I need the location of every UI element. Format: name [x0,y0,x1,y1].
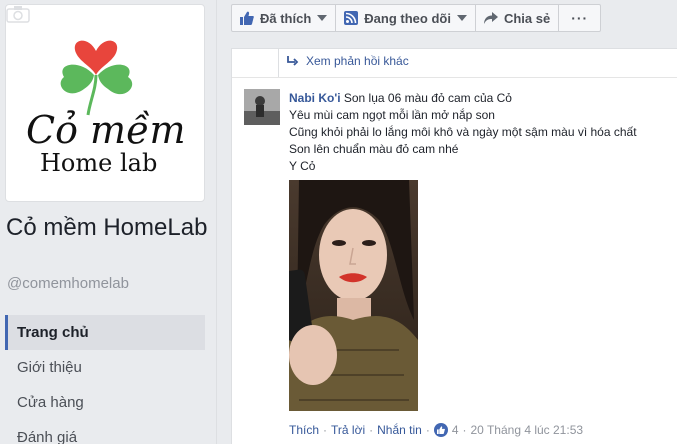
divider [232,77,677,78]
following-label: Đang theo dõi [364,10,451,26]
like-comment-link[interactable]: Thích [289,423,319,437]
comment-line: Son lên chuẩn màu đỏ cam nhé [289,142,459,156]
selfie-image [289,180,418,411]
following-button[interactable]: Đang theo dõi [336,4,476,32]
nav-item-home[interactable]: Trang chủ [5,315,205,350]
reply-arrow-icon [287,56,299,66]
comment-line: Son lụa 06 màu đỏ cam của Cỏ [343,91,512,105]
rss-icon [344,11,359,25]
like-badge-icon[interactable] [433,423,448,437]
nav-item-reviews[interactable]: Đánh giá [5,420,205,444]
separator-dot: · [369,423,374,437]
separator-dot: · [425,423,430,437]
share-arrow-icon [483,12,498,24]
page-action-bar: Đã thích Đang theo dõi Chia sẻ ··· [231,4,602,32]
chevron-down-icon [456,15,467,21]
page-profile-picture[interactable]: Cỏ mềm Home lab [5,4,205,202]
page-title[interactable]: Cỏ mềm HomeLab [6,214,211,242]
comment-timestamp[interactable]: 20 Tháng 4 lúc 21:53 [471,423,584,437]
chevron-down-icon [317,15,328,21]
liked-button[interactable]: Đã thích [231,4,337,32]
like-count[interactable]: 4 [452,423,459,437]
nav-item-shop[interactable]: Cửa hàng [5,385,205,420]
reply-comment-link[interactable]: Trả lời [331,423,365,437]
thumbs-up-icon [240,11,254,25]
camera-icon[interactable] [6,5,30,23]
nav-item-about[interactable]: Giới thiệu [5,350,205,385]
post-comments: Xem phản hồi khác Nabi Ko'i Son lụa 06 m… [231,48,677,444]
comment-line: Y Cỏ [289,159,316,173]
svg-text:Cỏ mềm: Cỏ mềm [26,108,185,152]
page-nav: Trang chủ Giới thiệu Cửa hàng Đánh giá [5,315,205,444]
avatar[interactable] [244,89,280,125]
avatar-photo [244,89,280,125]
comment-actions: Thích · Trả lời · Nhắn tin · 4 · 20 Thán… [289,423,583,437]
comment-line: Yêu mùi cam ngọt mỗi lần mở nắp son [289,108,495,122]
comment-line: Cũng khỏi phải lo lắng môi khô và ngày m… [289,125,637,139]
liked-label: Đã thích [260,10,312,26]
more-dots-icon: ··· [571,10,589,26]
separator-dot: · [323,423,328,437]
view-more-replies-label: Xem phản hồi khác [306,54,409,68]
thread-line [278,49,279,77]
comment-body: Nabi Ko'i Son lụa 06 màu đỏ cam của Cỏ Y… [289,90,677,175]
separator-dot: · [462,423,467,437]
more-options-button[interactable]: ··· [559,4,602,32]
comment-photo[interactable] [289,180,418,411]
page-username: @comemhomelab [7,275,129,292]
view-more-replies-link[interactable]: Xem phản hồi khác [286,54,409,68]
share-button[interactable]: Chia sẻ [475,4,560,32]
svg-text:Home lab: Home lab [40,149,157,177]
clover-logo: Cỏ mềm Home lab [26,40,185,177]
comment-author[interactable]: Nabi Ko'i [289,91,341,105]
share-label: Chia sẻ [503,10,551,26]
main-column: Đã thích Đang theo dõi Chia sẻ ··· Xem p… [217,0,677,444]
message-comment-link[interactable]: Nhắn tin [377,423,422,437]
left-sidebar: Cỏ mềm Home lab Cỏ mềm HomeLab @comemhom… [0,0,217,444]
